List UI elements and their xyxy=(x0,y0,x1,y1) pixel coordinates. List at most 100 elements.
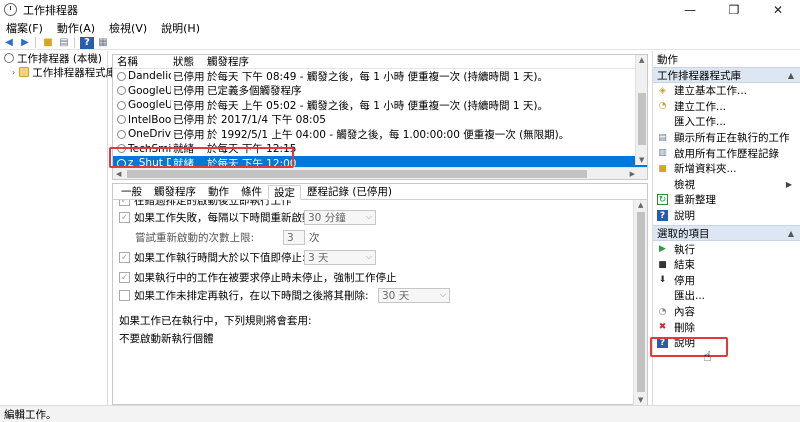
scroll-left-icon[interactable]: ◀ xyxy=(116,170,121,178)
action-run[interactable]: ▶ 執行 xyxy=(653,241,800,257)
tab-actions[interactable]: 動作 xyxy=(202,184,235,199)
menu-view[interactable]: 檢視(V) xyxy=(103,20,155,36)
settings-body: ✓ 在錯過排定的啟動後立即執行工作 ✓ 如果工作失敗，每隔以下時間重新啟動: 3… xyxy=(113,200,633,406)
task-details-pane: 一般 觸發程序 動作 條件 設定 歷程記錄 (已停用) ✓ 在錯過排定的啟動後立… xyxy=(112,183,648,405)
checkbox[interactable]: ✓ xyxy=(119,212,130,223)
task-row[interactable]: GoogleU... 已停用 已定義多個觸發程序 xyxy=(113,84,647,99)
task-name: GoogleU... xyxy=(128,99,171,112)
scroll-right-icon[interactable]: ▶ xyxy=(630,170,635,178)
restart-interval-dropdown[interactable]: 30 分鐘 ⌵ xyxy=(304,210,376,225)
window-controls: — ❐ ✕ xyxy=(668,0,800,19)
running-rule-value[interactable]: 不要啟動新執行個體 xyxy=(119,331,214,346)
task-trigger: 於 2017/1/4 下午 08:05 xyxy=(207,114,326,127)
task-row[interactable]: GoogleU... 已停用 於每天 上午 05:02 - 觸發之後，每 1 小… xyxy=(113,98,647,113)
setting-label: 如果工作失敗，每隔以下時間重新啟動: xyxy=(134,212,317,224)
dropdown-value: 3 天 xyxy=(308,252,329,264)
tab-triggers[interactable]: 觸發程序 xyxy=(148,184,202,199)
close-button[interactable]: ✕ xyxy=(756,0,800,19)
back-icon[interactable]: ◀ xyxy=(2,37,16,49)
actions-section-library[interactable]: 工作排程器程式庫 ▲ xyxy=(653,67,800,83)
action-create-task[interactable]: ◔ 建立工作... xyxy=(653,99,800,115)
tree-item-library[interactable]: › 工作排程器程式庫 xyxy=(0,65,116,79)
action-properties[interactable]: ◔ 內容 xyxy=(653,304,800,320)
task-row[interactable]: OneDrive... 已停用 於 1992/5/1 上午 04:00 - 觸發… xyxy=(113,127,647,142)
chevron-up-icon[interactable]: ▲ xyxy=(788,71,794,80)
checkbox[interactable] xyxy=(119,290,130,301)
setting-restart-on-fail[interactable]: ✓ 如果工作失敗，每隔以下時間重新啟動: 30 分鐘 ⌵ xyxy=(119,210,376,225)
setting-value: 不要啟動新執行個體 xyxy=(119,333,214,345)
navigation-tree: 工作排程器 (本機) › 工作排程器程式庫 xyxy=(0,51,116,405)
checkbox[interactable]: ✓ xyxy=(119,200,130,206)
action-export[interactable]: 匯出... xyxy=(653,288,800,304)
task-name: GoogleU... xyxy=(128,84,171,97)
pause-icon: ⬇ xyxy=(658,275,667,286)
action-end[interactable]: ■ 結束 xyxy=(653,257,800,273)
details-vertical-scrollbar[interactable]: ▲ ▼ xyxy=(633,200,647,405)
scroll-thumb[interactable] xyxy=(637,212,645,392)
chevron-down-icon: ⌵ xyxy=(439,290,446,299)
scroll-down-icon[interactable]: ▼ xyxy=(638,396,643,404)
action-disable[interactable]: ⬇ 停用 xyxy=(653,273,800,289)
column-header-status[interactable]: 狀態 xyxy=(171,55,205,69)
minimize-button[interactable]: — xyxy=(668,0,712,19)
task-trigger: 於每天 下午 08:49 - 觸發之後，每 1 小時 便重複一次 (持續時間 1… xyxy=(207,70,548,83)
status-text: 編輯工作。 xyxy=(4,408,57,421)
action-show-running[interactable]: ▤ 顯示所有正在執行的工作 xyxy=(653,130,800,146)
action-delete[interactable]: ✖ 刪除 xyxy=(653,319,800,335)
setting-label: 如果工作未排定再執行，在以下時間之後將其刪除: xyxy=(134,290,369,302)
action-label: 啟用所有工作歷程記錄 xyxy=(674,147,779,160)
actions-section-selected[interactable]: 選取的項目 ▲ xyxy=(653,225,800,242)
folder-icon: ■ xyxy=(658,163,667,174)
setting-force-stop[interactable]: ✓ 如果執行中的工作在被要求停止時未停止，強制工作停止 xyxy=(119,270,397,285)
action-label: 重新整理 xyxy=(674,194,716,207)
task-list-horizontal-scrollbar[interactable]: ◀ ▶ xyxy=(113,167,647,179)
setting-stop-if-longer[interactable]: ✓ 如果工作執行時間大於以下值即停止: 3 天 ⌵ xyxy=(119,250,376,265)
tab-general[interactable]: 一般 xyxy=(115,184,148,199)
maximize-button[interactable]: ❐ xyxy=(712,0,756,19)
action-new-folder[interactable]: ■ 新增資料夾... xyxy=(653,161,800,177)
delete-icon: ✖ xyxy=(658,322,667,333)
menu-action[interactable]: 動作(A) xyxy=(51,20,103,36)
restart-attempts-input[interactable]: 3 xyxy=(283,230,305,245)
scroll-up-icon[interactable]: ▲ xyxy=(639,56,644,64)
tab-history[interactable]: 歷程記錄 (已停用) xyxy=(301,184,398,199)
column-header-trigger[interactable]: 觸發程序 xyxy=(205,55,647,69)
setting-run-missed[interactable]: ✓ 在錯過排定的啟動後立即執行工作 xyxy=(119,200,292,208)
setting-delete-if-not-scheduled[interactable]: 如果工作未排定再執行，在以下時間之後將其刪除: 30 天 ⌵ xyxy=(119,288,450,303)
scroll-up-icon[interactable]: ▲ xyxy=(638,201,643,209)
chevron-up-icon[interactable]: ▲ xyxy=(788,229,794,238)
action-enable-history[interactable]: ▥ 啟用所有工作歷程記錄 xyxy=(653,145,800,161)
task-row[interactable]: IntelBoot... 已停用 於 2017/1/4 下午 08:05 xyxy=(113,113,647,128)
forward-icon[interactable]: ▶ xyxy=(18,37,32,49)
task-list-vertical-scrollbar[interactable]: ▲ ▼ xyxy=(635,55,647,165)
menu-file[interactable]: 檔案(F) xyxy=(0,20,51,36)
stop-duration-dropdown[interactable]: 3 天 ⌵ xyxy=(304,250,376,265)
action-label: 說明 xyxy=(674,210,695,223)
tree-item-root[interactable]: 工作排程器 (本機) xyxy=(0,51,107,65)
menu-help[interactable]: 說明(H) xyxy=(155,20,208,36)
action-create-basic-task[interactable]: ◈ 建立基本工作... xyxy=(653,83,800,99)
help-icon[interactable]: ? xyxy=(80,36,94,49)
column-header-name[interactable]: 名稱 xyxy=(113,55,171,69)
setting-label: 嘗試重新啟動的次數上限: xyxy=(135,232,255,244)
tab-conditions[interactable]: 條件 xyxy=(235,184,268,199)
action-help[interactable]: ? 說明 xyxy=(653,208,800,224)
action-import-task[interactable]: 匯入工作... xyxy=(653,114,800,130)
checkbox[interactable]: ✓ xyxy=(119,272,130,283)
chevron-right-icon[interactable]: › xyxy=(12,68,15,77)
history-icon: ▥ xyxy=(658,148,667,159)
delete-after-dropdown[interactable]: 30 天 ⌵ xyxy=(378,288,450,303)
scroll-thumb[interactable] xyxy=(127,170,587,178)
tab-settings[interactable]: 設定 xyxy=(268,185,301,200)
task-row[interactable]: Dandelio... 已停用 於每天 下午 08:49 - 觸發之後，每 1 … xyxy=(113,69,647,84)
console-tree-icon[interactable]: ▤ xyxy=(57,37,71,49)
action-refresh[interactable]: ↻ 重新整理 xyxy=(653,192,800,208)
scroll-thumb[interactable] xyxy=(638,93,646,145)
task-status: 已停用 xyxy=(173,128,205,141)
section-label: 工作排程器程式庫 xyxy=(657,69,741,82)
scroll-down-icon[interactable]: ▼ xyxy=(639,156,644,164)
folder-up-icon[interactable]: ■ xyxy=(41,37,55,49)
properties-icon[interactable]: ▦ xyxy=(96,37,110,49)
checkbox[interactable]: ✓ xyxy=(119,252,130,263)
action-view[interactable]: 檢視 ▶ xyxy=(653,177,800,193)
